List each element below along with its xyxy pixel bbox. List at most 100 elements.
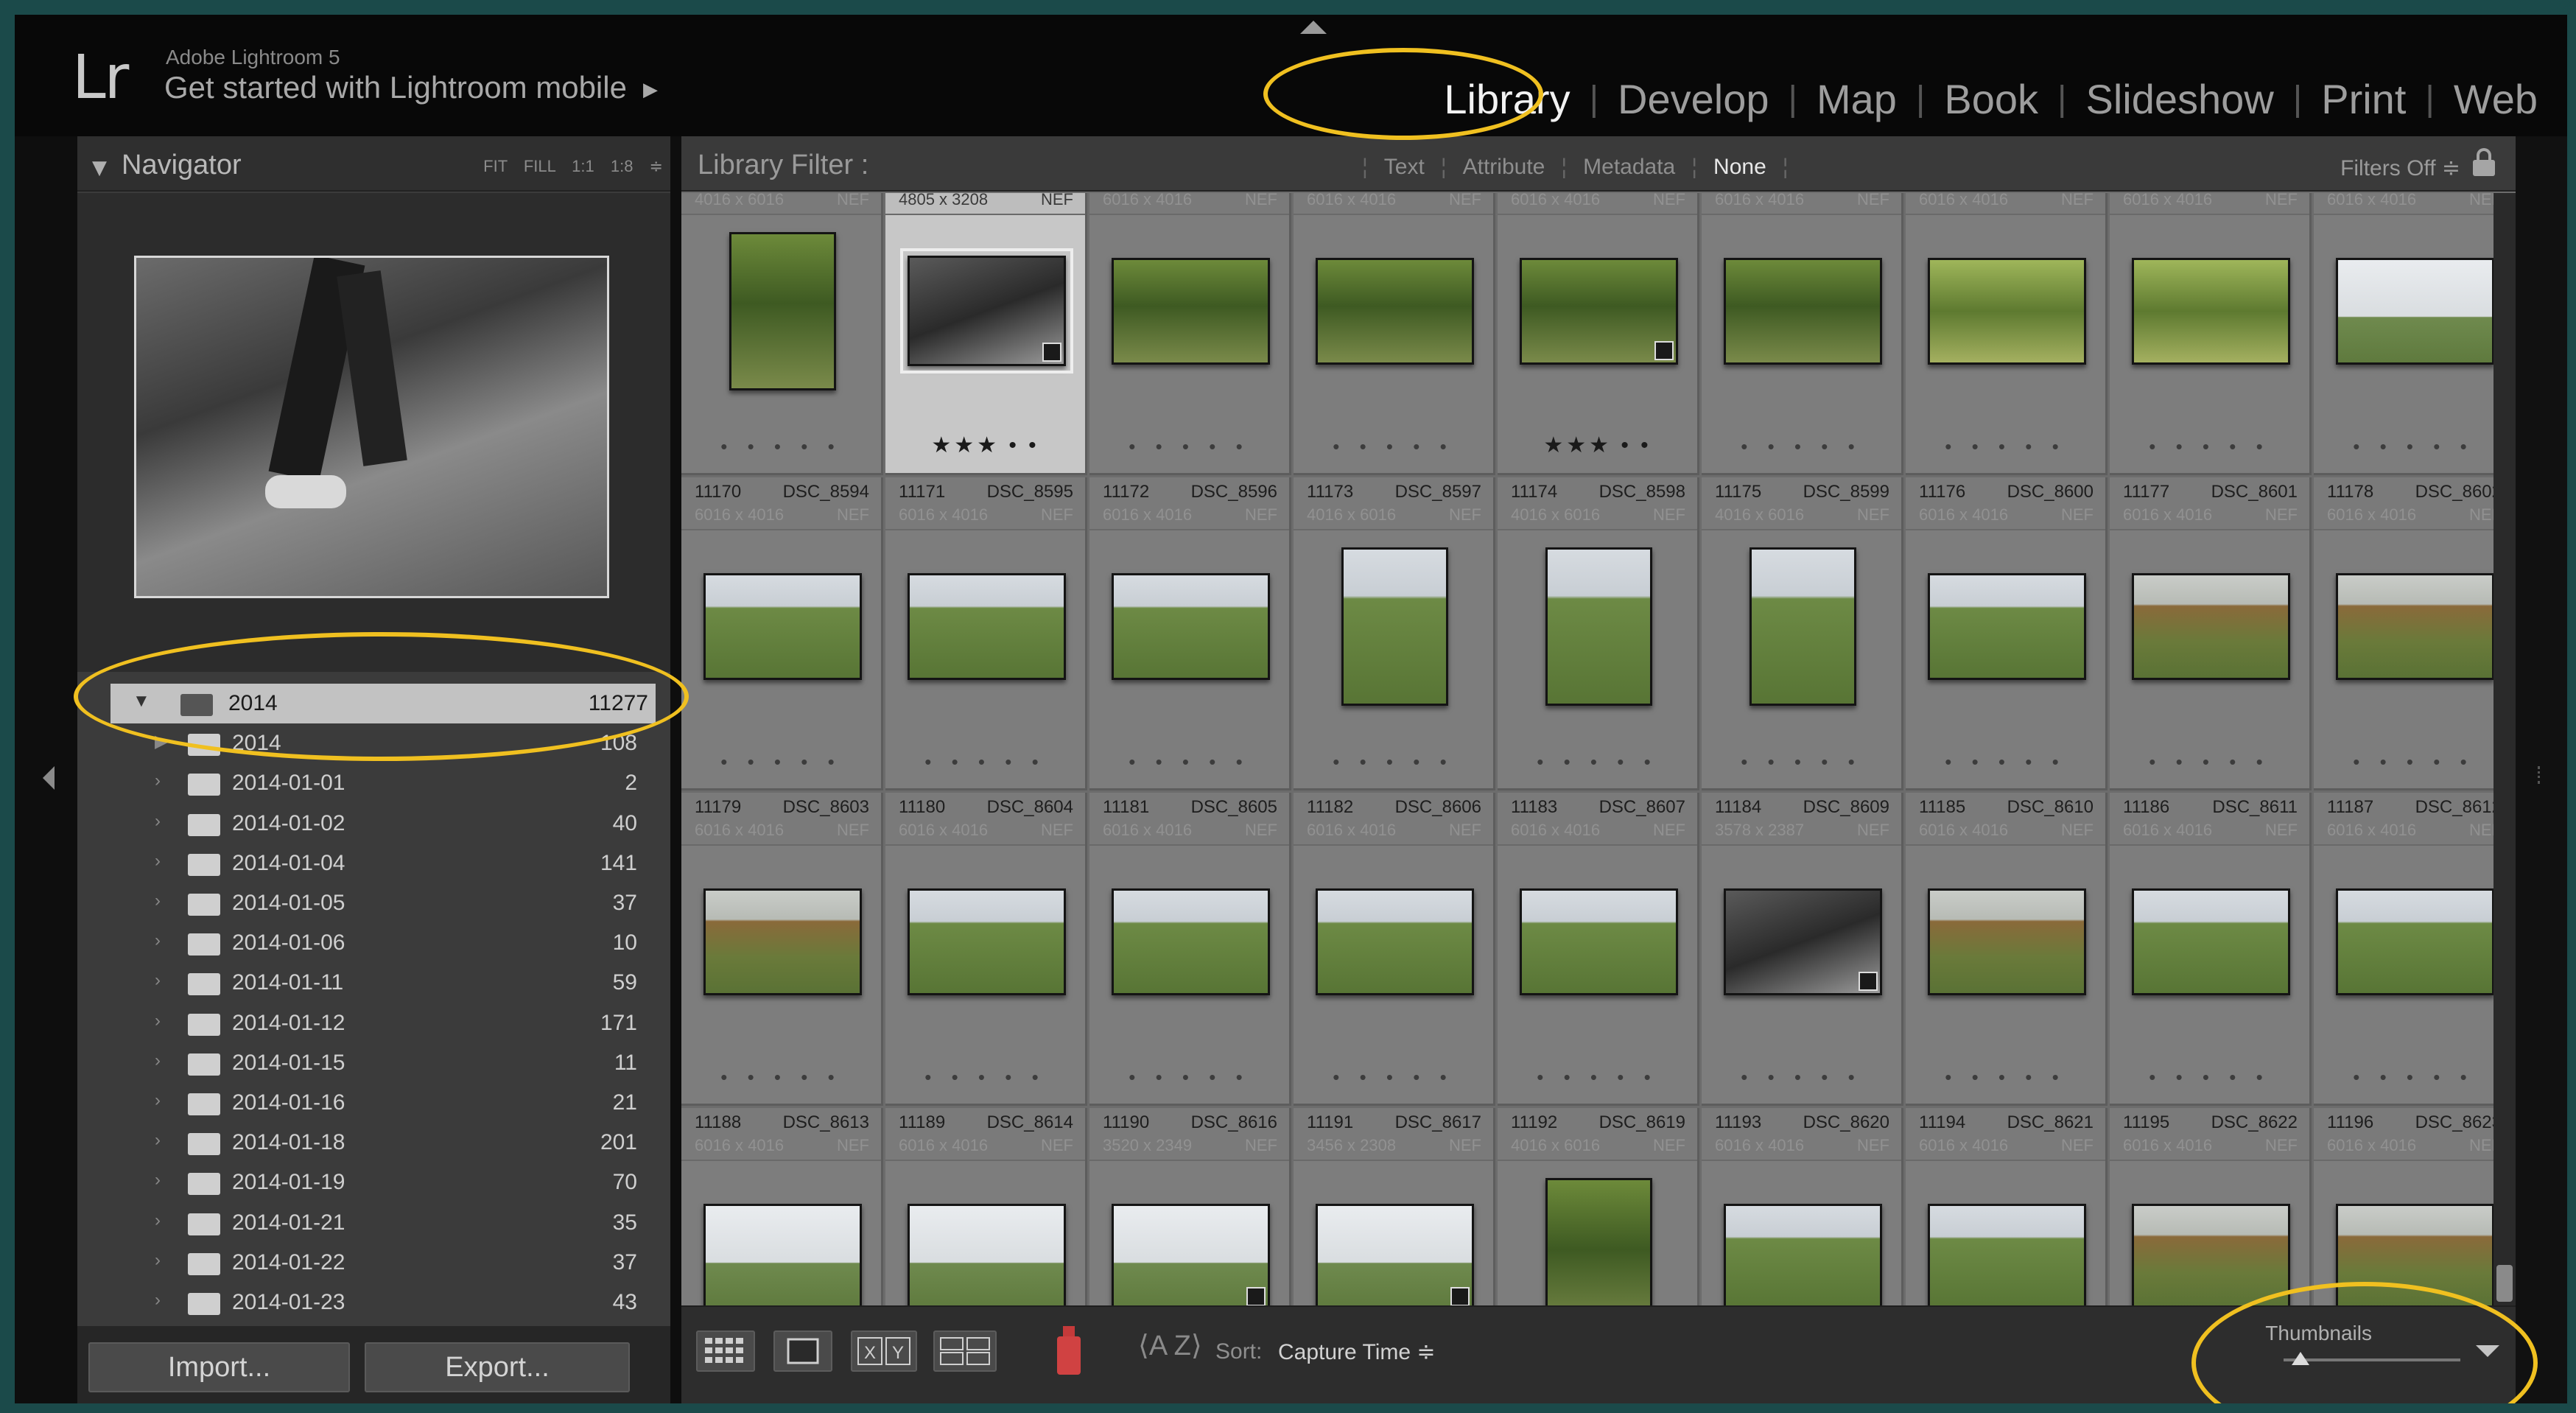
disclosure-icon[interactable]: › <box>155 771 161 791</box>
star-rating[interactable]: • • • • • <box>681 1066 881 1089</box>
collapse-triangle-icon[interactable]: ▼ <box>92 157 107 179</box>
star-rating[interactable]: • • • • • <box>1906 435 2105 458</box>
folder-row[interactable]: › 2014-01-22 37 <box>77 1243 645 1283</box>
slider-knob[interactable] <box>2291 1352 2309 1365</box>
photo-thumbnail[interactable] <box>1927 888 2086 995</box>
thumbnail-cell[interactable]: 6016 x 4016 NEF • • • • • <box>1906 193 2108 475</box>
photo-thumbnail[interactable] <box>2335 888 2494 995</box>
collapse-left-panel-icon[interactable] <box>43 766 55 790</box>
folder-row[interactable]: › 2014-01-01 2 <box>77 763 645 803</box>
star-rating[interactable]: ★★★ • • <box>885 432 1085 458</box>
module-slideshow[interactable]: Slideshow <box>2086 75 2274 123</box>
thumbnail-cell[interactable]: 11194 DSC_8621 6016 x 4016 NEF <box>1906 1108 2108 1305</box>
folder-row[interactable]: › 2014-01-18 201 <box>77 1123 645 1163</box>
disclosure-icon[interactable]: › <box>155 1250 161 1271</box>
thumbnail-cell[interactable]: 11187 DSC_8612 6016 x 4016 NEF • • • • • <box>2314 793 2507 1106</box>
photo-thumbnail[interactable] <box>1927 257 2086 365</box>
grid-scrollbar[interactable] <box>2493 193 2516 1305</box>
star-rating[interactable]: • • • • • <box>2314 751 2507 774</box>
lock-icon[interactable] <box>2473 148 2495 178</box>
thumbnail-cell[interactable]: 11180 DSC_8604 6016 x 4016 NEF • • • • • <box>885 793 1087 1106</box>
module-map[interactable]: Map <box>1817 75 1897 123</box>
disclosure-icon[interactable]: › <box>155 1290 161 1311</box>
thumbnail-cell[interactable]: 11171 DSC_8595 6016 x 4016 NEF • • • • • <box>885 477 1087 790</box>
photo-thumbnail[interactable] <box>907 888 1066 995</box>
star-rating[interactable]: • • • • • <box>681 435 881 458</box>
disclosure-expanded-icon[interactable]: ▼ <box>133 691 150 712</box>
star-rating[interactable]: • • • • • <box>1089 751 1289 774</box>
star-rating[interactable]: • • • • • <box>1294 435 1493 458</box>
thumbnail-cell[interactable]: 11186 DSC_8611 6016 x 4016 NEF • • • • • <box>2110 793 2312 1106</box>
thumbnail-cell[interactable]: 11196 DSC_8623 6016 x 4016 NEF <box>2314 1108 2507 1305</box>
folder-row[interactable]: › 2014-01-05 37 <box>77 883 645 923</box>
folder-row[interactable]: › 2014-01-11 59 <box>77 963 645 1003</box>
star-rating[interactable]: • • • • • <box>1906 751 2105 774</box>
navigator-header[interactable]: ▼ Navigator FIT FILL 1:1 1:8 ≑ <box>77 136 670 192</box>
thumbnail-cell[interactable]: 4805 x 3208 NEF ★★★ • • <box>885 193 1087 475</box>
star-rating[interactable]: • • • • • <box>1089 1066 1289 1089</box>
disclosure-icon[interactable]: › <box>155 1210 161 1231</box>
thumbnail-cell[interactable]: 11191 DSC_8617 3456 x 2308 NEF <box>1294 1108 1495 1305</box>
photo-thumbnail[interactable] <box>2335 572 2494 680</box>
thumbnail-cell[interactable]: 11179 DSC_8603 6016 x 4016 NEF • • • • • <box>681 793 883 1106</box>
develop-adjusted-badge-icon[interactable] <box>1858 971 1878 991</box>
disclosure-icon[interactable]: › <box>155 1011 161 1031</box>
folder-row[interactable]: › 2014-01-02 40 <box>77 804 645 844</box>
thumbnail-cell[interactable]: 6016 x 4016 NEF • • • • • <box>1294 193 1495 475</box>
star-rating[interactable]: • • • • • <box>2314 435 2507 458</box>
star-rating[interactable]: • • • • • <box>1089 435 1289 458</box>
develop-adjusted-badge-icon[interactable] <box>1654 340 1674 360</box>
sort-direction-icon[interactable]: ⟨A Z⟩ <box>1138 1329 1202 1362</box>
folder-row[interactable]: ▼ 2014 11277 <box>110 684 656 723</box>
photo-thumbnail[interactable] <box>1545 1177 1652 1305</box>
filter-option-metadata[interactable]: Metadata <box>1583 155 1675 180</box>
filter-presets-dropdown[interactable]: Filters Off ≑ <box>2340 155 2460 181</box>
module-book[interactable]: Book <box>1944 75 2038 123</box>
star-rating[interactable]: • • • • • <box>885 751 1085 774</box>
thumbnail-cell[interactable]: 11173 DSC_8597 4016 x 6016 NEF • • • • • <box>1294 477 1495 790</box>
photo-thumbnail[interactable] <box>1111 257 1270 365</box>
disclosure-icon[interactable]: › <box>155 1130 161 1151</box>
thumbnail-cell[interactable]: 11185 DSC_8610 6016 x 4016 NEF • • • • • <box>1906 793 2108 1106</box>
disclosure-icon[interactable]: ▶ <box>155 731 168 752</box>
photo-thumbnail[interactable] <box>1545 547 1652 706</box>
folder-row[interactable]: › 2014-01-06 10 <box>77 923 645 963</box>
photo-thumbnail[interactable] <box>2335 257 2494 365</box>
photo-thumbnail[interactable] <box>2131 572 2290 680</box>
photo-thumbnail[interactable] <box>1519 888 1678 995</box>
thumbnail-cell[interactable]: 11193 DSC_8620 6016 x 4016 NEF <box>1702 1108 1903 1305</box>
filter-option-text[interactable]: Text <box>1384 155 1425 180</box>
star-rating[interactable]: • • • • • <box>1906 1066 2105 1089</box>
star-rating[interactable]: • • • • • <box>1294 1066 1493 1089</box>
star-rating[interactable]: • • • • • <box>1498 1066 1697 1089</box>
star-rating[interactable]: • • • • • <box>1702 1066 1901 1089</box>
module-print[interactable]: Print <box>2321 75 2406 123</box>
thumbnail-cell[interactable]: 6016 x 4016 NEF • • • • • <box>2314 193 2507 475</box>
star-rating[interactable]: • • • • • <box>1498 751 1697 774</box>
develop-adjusted-badge-icon[interactable] <box>1450 1286 1470 1305</box>
disclosure-icon[interactable]: › <box>155 851 161 872</box>
thumbnail-size-slider[interactable] <box>2284 1352 2460 1365</box>
photo-thumbnail[interactable] <box>729 231 836 390</box>
photo-thumbnail[interactable] <box>1723 257 1882 365</box>
collapse-top-panel-icon[interactable] <box>1300 21 1327 34</box>
folder-row[interactable]: › 2014-01-19 70 <box>77 1163 645 1202</box>
grid-view-icon[interactable] <box>696 1330 755 1372</box>
module-library[interactable]: Library <box>1444 75 1570 123</box>
star-rating[interactable]: • • • • • <box>2110 1066 2309 1089</box>
module-develop[interactable]: Develop <box>1618 75 1769 123</box>
photo-thumbnail[interactable] <box>703 572 862 680</box>
star-rating[interactable]: • • • • • <box>2110 751 2309 774</box>
thumbnail-cell[interactable]: 6016 x 4016 NEF ★★★ • • <box>1498 193 1699 475</box>
thumbnail-cell[interactable]: 11181 DSC_8605 6016 x 4016 NEF • • • • • <box>1089 793 1291 1106</box>
star-rating[interactable]: • • • • • <box>2314 1066 2507 1089</box>
photo-thumbnail[interactable] <box>2131 888 2290 995</box>
photo-thumbnail[interactable] <box>703 888 862 995</box>
folder-row[interactable]: › 2014-01-23 43 <box>77 1283 645 1319</box>
thumbnail-cell[interactable]: 11182 DSC_8606 6016 x 4016 NEF • • • • • <box>1294 793 1495 1106</box>
photo-thumbnail[interactable] <box>2131 1203 2290 1305</box>
filter-option-attribute[interactable]: Attribute <box>1463 155 1545 180</box>
thumbnail-cell[interactable]: 11183 DSC_8607 6016 x 4016 NEF • • • • • <box>1498 793 1699 1106</box>
disclosure-icon[interactable]: › <box>155 1170 161 1191</box>
toolbar-menu-chevron-icon[interactable] <box>2476 1345 2499 1357</box>
